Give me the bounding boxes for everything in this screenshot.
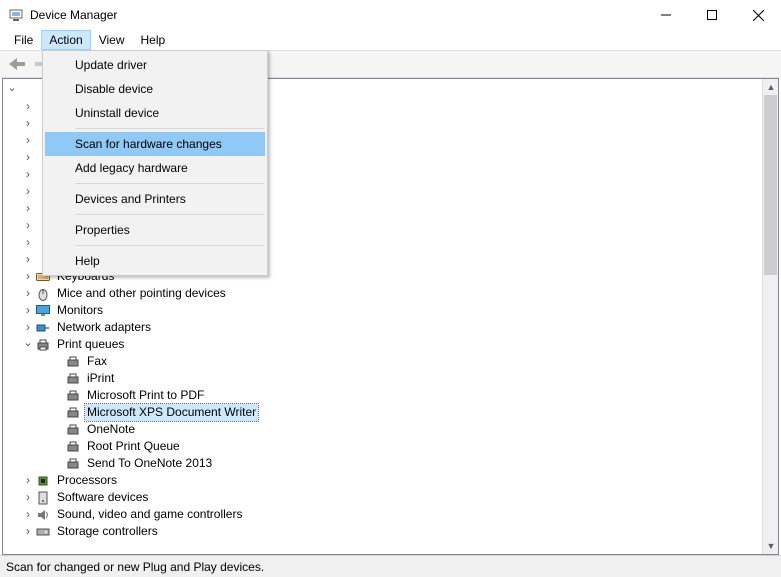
- menu-separator: [75, 214, 264, 215]
- tree-node-onenote[interactable]: OneNote: [3, 421, 762, 438]
- printer-icon: [65, 354, 81, 370]
- menu-scan-hardware-changes[interactable]: Scan for hardware changes: [45, 132, 265, 156]
- tree-label: Storage controllers: [55, 523, 160, 540]
- menu-properties[interactable]: Properties: [45, 218, 265, 242]
- action-dropdown: Update driver Disable device Uninstall d…: [42, 50, 268, 276]
- menu-action[interactable]: Action: [41, 30, 90, 50]
- minimize-button[interactable]: [643, 0, 689, 30]
- expand-icon[interactable]: [21, 251, 35, 269]
- menu-devices-and-printers[interactable]: Devices and Printers: [45, 187, 265, 211]
- tree-label: Monitors: [55, 302, 105, 319]
- statusbar: Scan for changed or new Plug and Play de…: [0, 555, 781, 577]
- expand-icon[interactable]: [21, 234, 35, 252]
- scroll-up-button[interactable]: ▲: [763, 79, 779, 95]
- tree-label: Network adapters: [55, 319, 153, 336]
- tree-label: Software devices: [55, 489, 150, 506]
- tree-node-send-onenote[interactable]: Send To OneNote 2013: [3, 455, 762, 472]
- vertical-scrollbar[interactable]: ▲ ▼: [762, 79, 778, 554]
- expand-icon[interactable]: [21, 132, 35, 150]
- tree-node-root-print-queue[interactable]: Root Print Queue: [3, 438, 762, 455]
- menu-file[interactable]: File: [6, 30, 41, 50]
- printer-icon: [65, 456, 81, 472]
- maximize-button[interactable]: [689, 0, 735, 30]
- tree-label: Root Print Queue: [85, 438, 182, 455]
- menu-uninstall-device[interactable]: Uninstall device: [45, 101, 265, 125]
- tree-node-ms-print-pdf[interactable]: Microsoft Print to PDF: [3, 387, 762, 404]
- status-text: Scan for changed or new Plug and Play de…: [6, 560, 264, 574]
- expand-icon[interactable]: [21, 166, 35, 184]
- tree-node-print-queues[interactable]: Print queues: [3, 336, 762, 353]
- printer-icon: [65, 405, 81, 421]
- tree-node-network[interactable]: Network adapters: [3, 319, 762, 336]
- expand-icon[interactable]: [21, 115, 35, 133]
- tree-node-monitors[interactable]: Monitors: [3, 302, 762, 319]
- storage-icon: [35, 524, 51, 540]
- printer-icon: [65, 388, 81, 404]
- menu-add-legacy-hardware[interactable]: Add legacy hardware: [45, 156, 265, 180]
- expand-icon[interactable]: [21, 302, 35, 320]
- expand-icon[interactable]: [21, 217, 35, 235]
- expand-icon[interactable]: [21, 183, 35, 201]
- software-device-icon: [35, 490, 51, 506]
- menu-separator: [75, 183, 264, 184]
- tree-label: OneNote: [85, 421, 137, 438]
- tree-node-xps-writer[interactable]: Microsoft XPS Document Writer: [3, 404, 762, 421]
- tree-node-fax[interactable]: Fax: [3, 353, 762, 370]
- printer-icon: [65, 439, 81, 455]
- tree-label: Fax: [85, 353, 109, 370]
- expand-icon[interactable]: [21, 489, 35, 507]
- expand-icon[interactable]: [21, 319, 35, 337]
- window-title: Device Manager: [30, 8, 117, 22]
- tree-label: Mice and other pointing devices: [55, 285, 228, 302]
- tree-node-storage[interactable]: Storage controllers: [3, 523, 762, 540]
- expand-icon[interactable]: [21, 149, 35, 167]
- expand-icon[interactable]: [21, 98, 35, 116]
- network-icon: [35, 320, 51, 336]
- printer-icon: [65, 371, 81, 387]
- expand-icon[interactable]: [21, 472, 35, 490]
- cpu-icon: [35, 473, 51, 489]
- tree-node-sound[interactable]: Sound, video and game controllers: [3, 506, 762, 523]
- scroll-thumb[interactable]: [764, 95, 777, 275]
- expand-icon[interactable]: [21, 523, 35, 541]
- menu-separator: [75, 245, 264, 246]
- expand-icon[interactable]: [21, 506, 35, 524]
- menu-help[interactable]: Help: [133, 30, 174, 50]
- tree-label: Print queues: [55, 336, 126, 353]
- tree-label: Processors: [55, 472, 119, 489]
- menu-view[interactable]: View: [91, 30, 133, 50]
- tree-label: Microsoft XPS Document Writer: [85, 404, 258, 421]
- menubar: File Action View Help: [0, 30, 781, 50]
- printer-icon: [35, 337, 51, 353]
- printer-icon: [65, 422, 81, 438]
- close-button[interactable]: [735, 0, 781, 30]
- menu-update-driver[interactable]: Update driver: [45, 53, 265, 77]
- tree-label: iPrint: [85, 370, 116, 387]
- titlebar: Device Manager: [0, 0, 781, 30]
- tree-node-software-devices[interactable]: Software devices: [3, 489, 762, 506]
- expand-icon[interactable]: [5, 81, 19, 98]
- tree-node-mice[interactable]: Mice and other pointing devices: [3, 285, 762, 302]
- tree-label: Sound, video and game controllers: [55, 506, 244, 523]
- menu-disable-device[interactable]: Disable device: [45, 77, 265, 101]
- tree-node-iprint[interactable]: iPrint: [3, 370, 762, 387]
- back-button[interactable]: [5, 52, 29, 76]
- mouse-icon: [35, 286, 51, 302]
- monitor-icon: [35, 303, 51, 319]
- tree-node-processors[interactable]: Processors: [3, 472, 762, 489]
- collapse-icon[interactable]: [21, 336, 35, 353]
- menu-help-item[interactable]: Help: [45, 249, 265, 273]
- menu-separator: [75, 128, 264, 129]
- tree-label: Microsoft Print to PDF: [85, 387, 206, 404]
- expand-icon[interactable]: [21, 268, 35, 286]
- device-manager-icon: [8, 7, 24, 23]
- tree-label: Send To OneNote 2013: [85, 455, 214, 472]
- scroll-down-button[interactable]: ▼: [763, 538, 779, 554]
- window-controls: [643, 0, 781, 30]
- speaker-icon: [35, 507, 51, 523]
- expand-icon[interactable]: [21, 200, 35, 218]
- expand-icon[interactable]: [21, 285, 35, 303]
